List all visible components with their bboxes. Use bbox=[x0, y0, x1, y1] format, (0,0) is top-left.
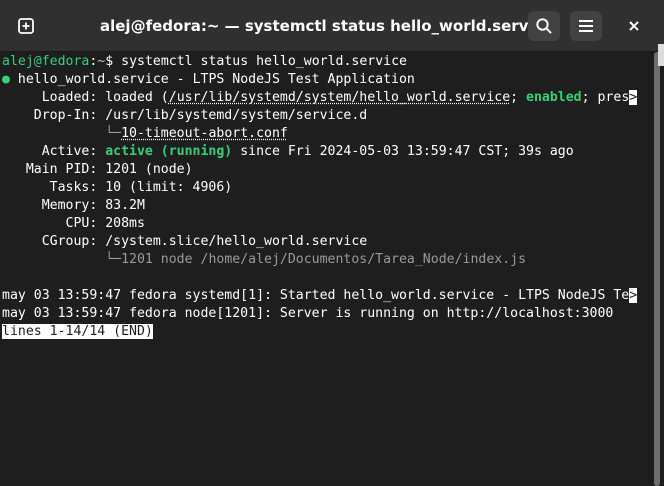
prompt-symbol: $ bbox=[105, 54, 114, 69]
loaded-label: Loaded: bbox=[2, 90, 106, 105]
dropin-conf-link[interactable]: 10-timeout-abort.conf bbox=[121, 126, 288, 141]
loaded-enabled: enabled bbox=[526, 90, 582, 105]
active-line: Active: active (running) since Fri 2024-… bbox=[2, 143, 650, 161]
active-since: since Fri 2024-05-03 13:59:47 CST; 39s a… bbox=[232, 144, 574, 159]
dropin-line: Drop-In: /usr/lib/systemd/system/service… bbox=[2, 107, 650, 125]
dropin-tree: └─ bbox=[105, 126, 122, 141]
status-bullet: ● bbox=[2, 72, 10, 87]
cgroup-line: CGroup: /system.slice/hello_world.servic… bbox=[2, 234, 368, 249]
prompt-line: alej@fedora:~$ systemctl status hello_wo… bbox=[2, 53, 650, 71]
prompt-user-host: alej@fedora bbox=[2, 54, 90, 69]
log-truncation-marker: > bbox=[629, 288, 638, 303]
loaded-sep: ; bbox=[510, 90, 527, 105]
dropin-indent bbox=[2, 126, 105, 141]
new-tab-button[interactable] bbox=[10, 11, 42, 41]
search-button[interactable] bbox=[528, 11, 560, 41]
window-edge bbox=[658, 44, 664, 66]
cgroup-tree: └─ bbox=[105, 252, 122, 267]
tasks-line: Tasks: 10 (limit: 4906) bbox=[2, 180, 233, 195]
log-line-started: may 03 13:59:47 fedora systemd[1]: Start… bbox=[2, 287, 650, 305]
menu-button[interactable] bbox=[570, 11, 602, 41]
active-state: active (running) bbox=[105, 144, 233, 159]
loaded-post: ; pres bbox=[581, 90, 630, 105]
mainpid-line: Main PID: 1201 (node) bbox=[2, 162, 193, 177]
log-line-1-text: may 03 13:59:47 fedora systemd[1]: Start… bbox=[2, 288, 630, 303]
pager-status: lines 1-14/14 (END) bbox=[2, 324, 153, 339]
terminal-scrollbar[interactable] bbox=[650, 52, 664, 486]
loaded-pre: loaded ( bbox=[105, 90, 169, 105]
loaded-path-link[interactable]: /usr/lib/systemd/system/hello_world.serv… bbox=[169, 90, 510, 105]
window-title: alej@fedora:~ — systemctl status hello_w… bbox=[100, 17, 553, 35]
plus-box-icon bbox=[18, 18, 34, 34]
unit-line: ● hello_world.service - LTPS NodeJS Test… bbox=[2, 71, 650, 89]
close-button[interactable] bbox=[618, 11, 650, 41]
unit-description: hello_world.service - LTPS NodeJS Test A… bbox=[9, 72, 415, 87]
log-line-server: may 03 13:59:47 fedora node[1201]: Serve… bbox=[2, 306, 614, 321]
active-label: Active: bbox=[2, 144, 106, 159]
loaded-line: Loaded: loaded (/usr/lib/systemd/system/… bbox=[2, 89, 650, 107]
terminal-output[interactable]: alej@fedora:~$ systemctl status hello_wo… bbox=[0, 52, 650, 486]
title-bar: alej@fedora:~ — systemctl status hello_w… bbox=[0, 0, 664, 52]
cpu-line: CPU: 208ms bbox=[2, 216, 145, 231]
cgroup-process: 1201 node /home/alej/Documentos/Tarea_No… bbox=[121, 252, 527, 267]
memory-line: Memory: 83.2M bbox=[2, 198, 145, 213]
pager-status-line: lines 1-14/14 (END) bbox=[2, 323, 650, 341]
dropin-path: /usr/lib/systemd/system/service.d bbox=[105, 108, 368, 123]
dropin-label: Drop-In: bbox=[2, 108, 106, 123]
scrollbar-thumb[interactable] bbox=[654, 52, 660, 486]
hamburger-menu-icon bbox=[579, 20, 593, 32]
search-icon bbox=[536, 18, 552, 34]
prompt-command: systemctl status hello_world.service bbox=[113, 54, 407, 69]
cgroup-indent bbox=[2, 252, 105, 267]
cgroup-proc-line: └─1201 node /home/alej/Documentos/Tarea_… bbox=[2, 251, 650, 269]
close-icon bbox=[629, 21, 639, 31]
dropin-conf-line: └─10-timeout-abort.conf bbox=[2, 125, 650, 143]
truncation-marker: > bbox=[629, 90, 638, 105]
